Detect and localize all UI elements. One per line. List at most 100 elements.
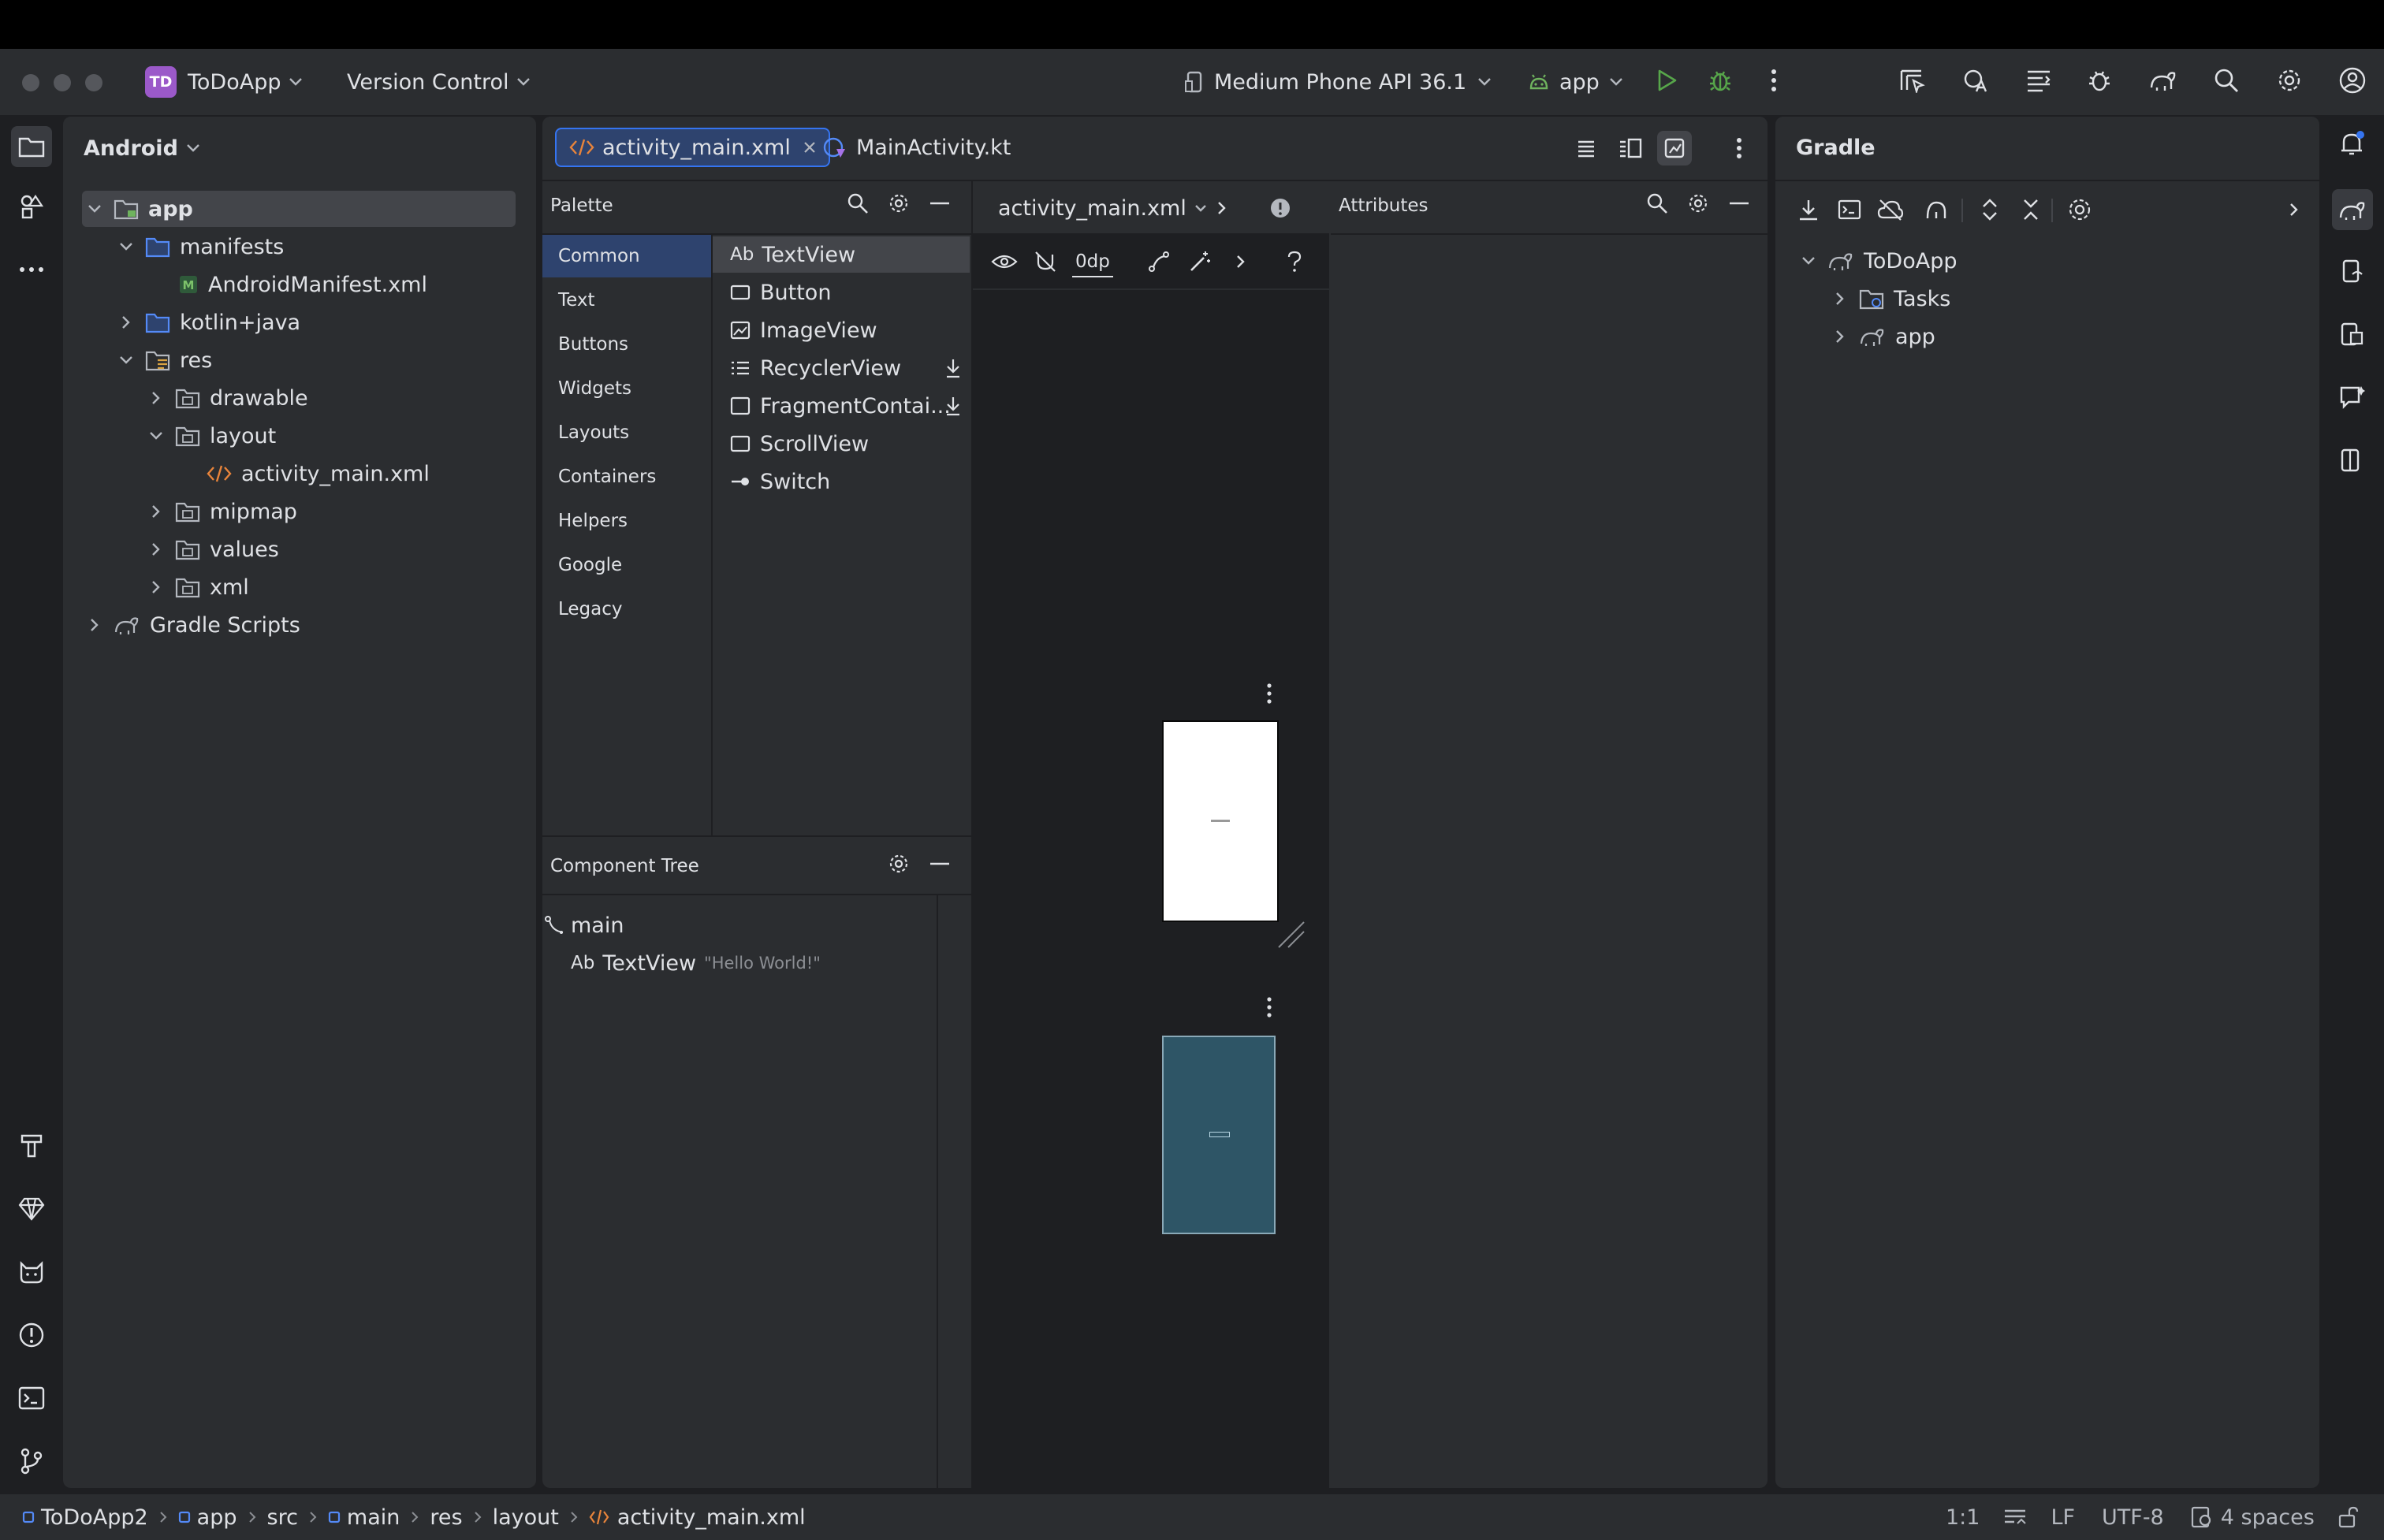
account-button[interactable] [2338, 66, 2367, 95]
gradle-expand-all-button[interactable] [1976, 195, 2004, 224]
help-button[interactable] [1280, 247, 1309, 276]
structure-button[interactable] [2025, 66, 2053, 95]
component-tree-root[interactable]: main [544, 909, 624, 941]
palette-category-helpers[interactable]: Helpers [542, 500, 711, 542]
attributes-minimize-button[interactable] [1725, 189, 1753, 218]
tab-mainactivity[interactable]: MainActivity.kt [823, 128, 1011, 167]
device-manager-button[interactable] [2338, 257, 2367, 285]
project-tool-button[interactable] [11, 126, 52, 167]
unlock-icon[interactable] [2338, 1506, 2359, 1528]
design-preview-menu-button[interactable] [1255, 679, 1283, 708]
palette-category-text[interactable]: Text [542, 279, 711, 322]
palette-minimize-button[interactable] [926, 189, 954, 218]
logcat-tool-button[interactable] [17, 1258, 46, 1286]
breadcrumb-item[interactable]: main [347, 1505, 400, 1530]
download-icon[interactable] [944, 358, 962, 378]
project-view-selector[interactable]: Android [84, 132, 200, 164]
palette-settings-button[interactable] [885, 189, 913, 218]
breadcrumb-item[interactable]: layout [493, 1505, 559, 1530]
gradle-dependencies-button[interactable] [1922, 195, 1950, 224]
more-actions-button[interactable] [1760, 66, 1788, 95]
palette-category-layouts[interactable]: Layouts [542, 411, 711, 454]
component-tree-settings-button[interactable] [885, 850, 913, 878]
breadcrumb-item[interactable]: src [267, 1505, 298, 1530]
more-tools-button[interactable] [17, 255, 46, 284]
window-minimize-button[interactable] [54, 74, 71, 91]
search-everywhere-button[interactable] [2212, 66, 2241, 95]
breadcrumb-item[interactable]: ToDoApp2 [41, 1505, 148, 1530]
build-tool-button[interactable] [17, 1132, 46, 1160]
tree-item-values[interactable]: values [63, 531, 279, 567]
palette-category-google[interactable]: Google [542, 544, 711, 586]
palette-category-buttons[interactable]: Buttons [542, 323, 711, 366]
notifications-button[interactable] [2338, 129, 2367, 158]
default-margins-selector[interactable]: 0dp [1072, 247, 1113, 277]
breadcrumb-item[interactable]: activity_main.xml [617, 1505, 806, 1530]
view-options-button[interactable] [990, 247, 1019, 276]
tab-activity-main[interactable]: activity_main.xml [555, 128, 830, 167]
gradle-tool-button[interactable] [2332, 189, 2373, 230]
code-view-button[interactable] [1572, 134, 1600, 162]
split-view-button[interactable] [1616, 134, 1645, 162]
palette-category-common[interactable]: Common [542, 235, 711, 277]
hello-world-blueprint[interactable] [1209, 1132, 1230, 1137]
app-quality-button[interactable] [2086, 66, 2114, 95]
run-config-selector[interactable]: app [1528, 66, 1623, 98]
palette-item-recyclerview[interactable]: RecyclerView [713, 350, 970, 386]
terminal-tool-button[interactable] [17, 1384, 46, 1412]
component-tree-textview[interactable]: Ab TextView "Hello World!" [571, 947, 821, 979]
toolbar-expand-button[interactable] [1208, 194, 1236, 222]
tree-item-manifests[interactable]: manifests [63, 229, 284, 265]
gradle-toolbar-expand-button[interactable] [2280, 195, 2308, 224]
gradle-collapse-all-button[interactable] [2017, 195, 2045, 224]
gradle-settings-button[interactable] [2066, 195, 2094, 224]
download-icon[interactable] [944, 396, 962, 416]
device-selector[interactable]: Medium Phone API 36.1 [1184, 66, 1492, 98]
gradle-tree-todoapp[interactable]: ToDoApp [1775, 243, 1957, 279]
tree-item-gradle-scripts[interactable]: Gradle Scripts [63, 607, 300, 643]
tree-item-layout[interactable]: layout [63, 418, 276, 454]
gradle-tree-app[interactable]: app [1775, 318, 1935, 355]
palette-category-widgets[interactable]: Widgets [542, 367, 711, 410]
window-close-button[interactable] [22, 74, 39, 91]
indent-setting[interactable]: 4 spaces [2221, 1505, 2315, 1530]
resource-manager-button[interactable] [17, 192, 46, 221]
vcs-menu[interactable]: Version Control [347, 66, 531, 98]
breadcrumb-item[interactable]: app [197, 1505, 237, 1530]
attributes-settings-button[interactable] [1684, 189, 1712, 218]
gradle-execute-task-button[interactable] [1835, 195, 1864, 224]
cursor-position[interactable]: 1:1 [1946, 1505, 1980, 1530]
palette-item-button[interactable]: Button [713, 274, 970, 311]
debug-button[interactable] [1706, 66, 1734, 95]
gradle-tree-tasks[interactable]: Tasks [1775, 281, 1950, 317]
format-icon[interactable] [2003, 1508, 2027, 1527]
gemini-chat-button[interactable] [2338, 383, 2367, 411]
design-preview-screen[interactable] [1162, 720, 1279, 922]
running-devices-button[interactable] [2338, 320, 2367, 348]
tree-item-mipmap[interactable]: mipmap [63, 493, 297, 530]
component-tree-minimize-button[interactable] [926, 850, 954, 878]
settings-button[interactable] [2275, 66, 2304, 95]
constraint-toolbar-expand-button[interactable] [1227, 247, 1255, 276]
tree-item-activity-main[interactable]: activity_main.xml [63, 456, 430, 492]
autoconnect-toggle[interactable] [1031, 247, 1060, 276]
clear-constraints-button[interactable] [1145, 247, 1173, 276]
design-view-button[interactable] [1657, 131, 1692, 166]
infer-constraints-button[interactable] [1186, 247, 1214, 276]
palette-item-scrollview[interactable]: ScrollView [713, 426, 970, 462]
problems-tool-button[interactable] [17, 1321, 46, 1349]
run-button[interactable] [1652, 66, 1681, 95]
tree-item-res[interactable]: res [63, 342, 212, 378]
tree-item-kotlin-java[interactable]: kotlin+java [63, 304, 300, 340]
gradle-offline-toggle[interactable] [1876, 195, 1905, 224]
hello-world-preview[interactable] [1211, 820, 1230, 822]
breadcrumb-item[interactable]: res [430, 1505, 462, 1530]
palette-category-legacy[interactable]: Legacy [542, 588, 711, 631]
translations-button[interactable] [1961, 66, 1990, 95]
close-icon[interactable] [803, 141, 816, 154]
tree-item-xml[interactable]: xml [63, 569, 249, 605]
gemini-tool-button[interactable] [17, 1195, 46, 1223]
palette-search-button[interactable] [844, 189, 872, 218]
attributes-search-button[interactable] [1643, 189, 1671, 218]
gradle-sync-button[interactable] [2149, 66, 2177, 95]
